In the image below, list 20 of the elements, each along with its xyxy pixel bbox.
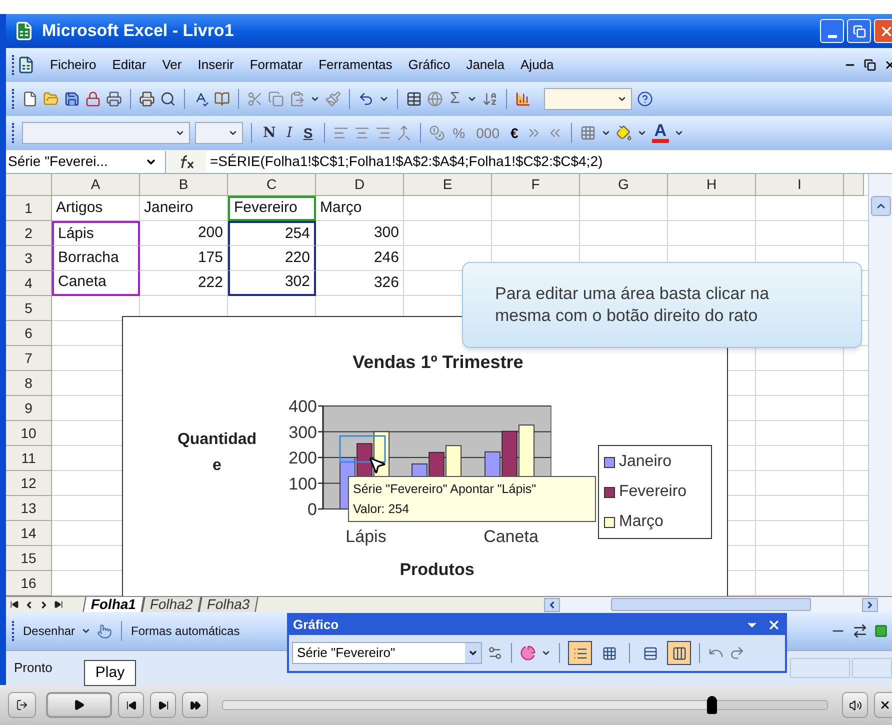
legend-label: Janeiro xyxy=(619,452,672,472)
category-label: Caneta xyxy=(484,527,538,546)
y-tick-label: 0 xyxy=(308,500,317,519)
y-tick-label: 200 xyxy=(288,448,317,468)
tooltip-value: Valor: 254 xyxy=(353,501,410,518)
tooltip-series: Série "Fevereiro" Apontar "Lápis" xyxy=(353,481,536,498)
y-tick-label: 300 xyxy=(288,422,317,442)
y-axis-title: Quantidade xyxy=(176,430,258,476)
category-label: Lápis xyxy=(346,527,386,546)
chart-title: Vendas 1º Trimestre xyxy=(352,351,524,374)
x-axis-title: Produtos xyxy=(398,559,476,581)
toolbar-title: Gráfico xyxy=(293,616,340,634)
y-tick-label: 100 xyxy=(288,474,317,494)
y-tick-label: 400 xyxy=(288,397,317,416)
window-title: Microsoft Excel - Livro1 xyxy=(42,20,235,42)
status-text: Pronto xyxy=(14,659,52,678)
legend-label: Fevereiro xyxy=(619,482,687,502)
hint-tooltip: Para editar uma área basta clicar na mesma com o botão direito do rato xyxy=(462,262,862,348)
legend-label: Março xyxy=(619,512,664,532)
play-tooltip: Play xyxy=(84,660,136,686)
